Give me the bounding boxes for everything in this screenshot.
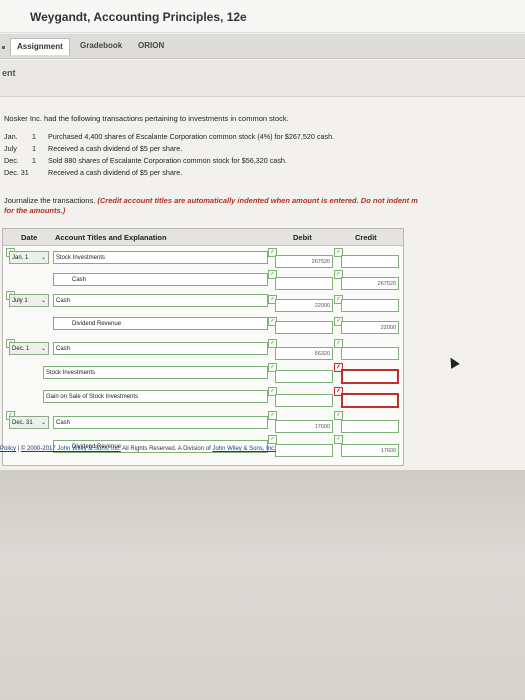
tab-gradebook[interactable]: Gradebook bbox=[74, 38, 128, 54]
account-input[interactable]: Gain on Sale of Stock Investments bbox=[43, 390, 268, 403]
instruction-note-tail: for the amounts.) bbox=[4, 206, 66, 215]
app-title: Weygandt, Accounting Principles, 12e bbox=[30, 10, 247, 24]
date-select[interactable]: Jan. 1 ⌄ bbox=[9, 251, 49, 264]
transaction-date: July bbox=[4, 144, 17, 153]
date-select[interactable]: Dec. 1 ⌄ bbox=[9, 342, 49, 355]
account-input[interactable]: Cash bbox=[53, 294, 268, 307]
check-icon: ✓ bbox=[268, 435, 277, 444]
credit-input[interactable] bbox=[341, 393, 399, 408]
debit-input[interactable] bbox=[275, 277, 333, 290]
chevron-down-icon: ⌄ bbox=[40, 420, 46, 426]
header-credit: Credit bbox=[355, 233, 377, 242]
debit-input[interactable] bbox=[275, 370, 333, 383]
credit-input[interactable] bbox=[341, 347, 399, 360]
debit-input[interactable]: 267520 bbox=[275, 255, 333, 268]
nav-bullet-icon bbox=[2, 46, 5, 49]
credit-input[interactable] bbox=[341, 299, 399, 312]
date-value: Dec. 1 bbox=[12, 346, 30, 352]
journal-table: Date Account Titles and Explanation Debi… bbox=[2, 228, 404, 466]
mouse-cursor-icon bbox=[446, 355, 460, 369]
instruction-text: Journalize the transactions. bbox=[4, 196, 98, 205]
debit-input[interactable]: 17600 bbox=[275, 420, 333, 433]
account-input[interactable]: Dividend Revenue bbox=[53, 317, 268, 330]
problem-intro: Nosker Inc. had the following transactio… bbox=[4, 114, 289, 123]
top-bar: Weygandt, Accounting Principles, 12e bbox=[0, 0, 525, 33]
journal-table-header: Date Account Titles and Explanation Debi… bbox=[3, 229, 403, 246]
instruction-note: (Credit account titles are automatically… bbox=[97, 196, 418, 205]
transaction-description: Received a cash dividend of $5 per share… bbox=[48, 144, 183, 153]
debit-input[interactable]: 56320 bbox=[275, 347, 333, 360]
account-input[interactable]: Cash bbox=[53, 416, 268, 429]
account-input[interactable]: Stock Investments bbox=[53, 251, 268, 264]
check-icon: ✓ bbox=[268, 411, 277, 420]
footer-rights: All Rights Reserved. A Division of bbox=[120, 446, 213, 452]
credit-input[interactable]: 267520 bbox=[341, 277, 399, 290]
credit-input[interactable] bbox=[341, 255, 399, 268]
section-label: ent bbox=[2, 68, 16, 78]
transaction-date: Dec. bbox=[4, 156, 19, 165]
debit-input[interactable] bbox=[275, 394, 333, 407]
policy-link[interactable]: Policy bbox=[0, 446, 16, 452]
credit-input[interactable]: 22000 bbox=[341, 321, 399, 334]
check-icon: ✓ bbox=[334, 411, 343, 420]
transaction-date: Jan. bbox=[4, 132, 18, 141]
instructions: Journalize the transactions. (Credit acc… bbox=[4, 196, 525, 216]
account-input[interactable]: Cash bbox=[53, 273, 268, 286]
tab-assignment[interactable]: Assignment bbox=[10, 38, 70, 55]
footer: Policy | © 2000-2017 John Wiley & Sons, … bbox=[0, 446, 525, 458]
chevron-down-icon: ⌄ bbox=[40, 298, 46, 304]
date-select[interactable]: July 1 ⌄ bbox=[9, 294, 49, 307]
browser-page: Weygandt, Accounting Principles, 12e Ass… bbox=[0, 0, 525, 470]
account-input[interactable]: Cash bbox=[53, 342, 268, 355]
credit-input[interactable] bbox=[341, 420, 399, 433]
header-debit: Debit bbox=[293, 233, 312, 242]
copyright-link[interactable]: © 2000-2017 John Wiley & Sons, Inc. bbox=[21, 446, 121, 452]
tab-orion[interactable]: ORION bbox=[132, 38, 170, 54]
transaction-description: Sold 880 shares of Escalante Corporation… bbox=[48, 156, 287, 165]
date-value: Dec. 31 bbox=[12, 420, 33, 426]
header-date: Date bbox=[21, 233, 38, 242]
transaction-day: 1 bbox=[32, 144, 36, 153]
header-account: Account Titles and Explanation bbox=[55, 233, 167, 242]
date-select[interactable]: Dec. 31 ⌄ bbox=[9, 416, 49, 429]
debit-input[interactable] bbox=[275, 321, 333, 334]
debit-input[interactable]: 22000 bbox=[275, 299, 333, 312]
section-strip: ent bbox=[0, 60, 525, 97]
date-value: Jan. 1 bbox=[12, 255, 29, 261]
transaction-day: 1 bbox=[32, 132, 36, 141]
credit-input[interactable] bbox=[341, 369, 399, 384]
account-input[interactable]: Stock Investments bbox=[43, 366, 268, 379]
chevron-down-icon: ⌄ bbox=[40, 346, 46, 352]
transaction-description: Purchased 4,400 shares of Escalante Corp… bbox=[48, 132, 335, 141]
desk-background bbox=[0, 470, 525, 700]
transaction-day: 1 bbox=[32, 156, 36, 165]
nav-bar: Assignment Gradebook ORION bbox=[0, 34, 525, 59]
chevron-down-icon: ⌄ bbox=[40, 255, 46, 261]
date-value: July 1 bbox=[12, 298, 28, 304]
check-icon: ✓ bbox=[334, 435, 343, 444]
transaction-date: Dec. 31 bbox=[4, 168, 29, 177]
transaction-description: Received a cash dividend of $5 per share… bbox=[48, 168, 183, 177]
company-link[interactable]: John Wiley & Sons, Inc. bbox=[212, 446, 275, 452]
